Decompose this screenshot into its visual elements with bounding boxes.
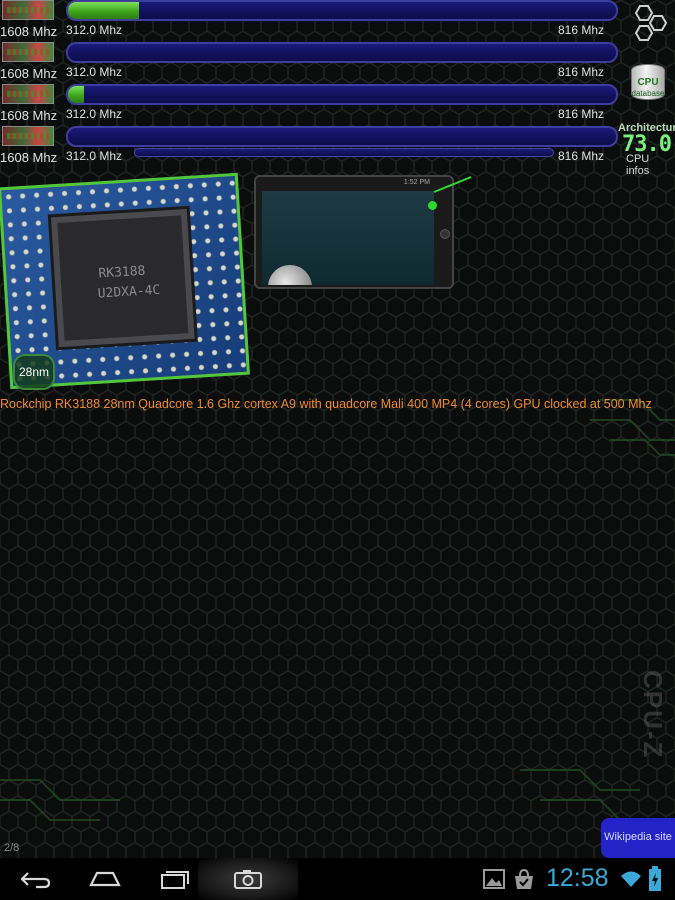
- core-current-freq: 1608 Mhz: [0, 24, 58, 39]
- core-chip-icon: [2, 126, 54, 146]
- core-load-bar: [66, 126, 618, 147]
- core-load-bar: [66, 84, 618, 105]
- hexagon-menu-button[interactable]: [629, 4, 671, 44]
- core-current-freq: 1608 Mhz: [0, 108, 58, 123]
- core-load-fill: [68, 86, 85, 103]
- device-screenshot-thumbnail[interactable]: 1:52 PM: [254, 175, 472, 289]
- core-current-freq: 1608 Mhz: [0, 150, 58, 165]
- core-chip-icon: [2, 42, 54, 62]
- core-chip-icon: [2, 84, 54, 104]
- core-max-freq: 816 Mhz: [558, 23, 605, 37]
- battery-icon: [649, 866, 661, 891]
- chip-marking-1: RK3188: [98, 263, 146, 282]
- indicator-dot: [428, 201, 437, 210]
- thumbnail-status-time: 1:52 PM: [403, 179, 430, 186]
- core-max-freq: 816 Mhz: [558, 65, 605, 79]
- core-load-fill: [68, 2, 140, 19]
- cpu-core-row: 1608 Mhz 312.0 Mhz 816 Mhz: [0, 0, 620, 40]
- watermark-logo: CPU-Z: [638, 670, 668, 760]
- page-indicator: 2/8: [4, 842, 20, 854]
- core-load-bar: [66, 42, 618, 63]
- core-load-bar: [66, 0, 618, 21]
- db-label: CPU: [637, 77, 659, 88]
- frequency-range-slider[interactable]: [134, 148, 554, 157]
- core-max-freq: 816 Mhz: [558, 149, 605, 163]
- soc-chip: RK3188 U2DXA-4C: [50, 209, 195, 348]
- home-icon: [89, 871, 121, 887]
- wikipedia-site-button[interactable]: Wikipedia site: [601, 818, 675, 858]
- core-chip-icon: [2, 0, 54, 20]
- recent-apps-icon: [161, 871, 189, 889]
- cpu-core-row: 1608 Mhz 312.0 Mhz 816 Mhz: [0, 42, 620, 82]
- camera-icon: [234, 870, 262, 889]
- system-clock: 12:58: [546, 864, 609, 892]
- chip-marking-2: U2DXA-4C: [97, 282, 161, 302]
- gallery-icon: [483, 869, 505, 889]
- core-min-freq: 312.0 Mhz: [66, 107, 123, 121]
- cpu-core-row: 1608 Mhz 312.0 Mhz 816 Mhz: [0, 126, 620, 166]
- home-button-icon: [440, 229, 450, 239]
- core-max-freq: 816 Mhz: [558, 107, 605, 121]
- core-min-freq: 312.0 Mhz: [66, 65, 123, 79]
- core-current-freq: 1608 Mhz: [0, 66, 58, 81]
- home-button[interactable]: [70, 858, 140, 900]
- process-node-badge: 28nm: [13, 354, 55, 390]
- cpu-infos-label: CPU infos: [626, 153, 650, 177]
- db-sublabel: database: [631, 89, 665, 98]
- soc-description: Rockchip RK3188 28nm Quadcore 1.6 Ghz co…: [0, 397, 652, 411]
- cpu-database-button[interactable]: CPU database: [625, 62, 671, 104]
- back-icon: [20, 872, 51, 889]
- core-min-freq: 312.0 Mhz: [66, 23, 123, 37]
- back-button[interactable]: [0, 858, 70, 900]
- hexagon-icon: [634, 5, 668, 41]
- system-navigation-bar: 12:58: [0, 858, 675, 900]
- shopping-bag-icon: [515, 868, 533, 889]
- moon-icon: [268, 265, 312, 285]
- core-min-freq: 312.0 Mhz: [66, 149, 123, 163]
- screenshot-button[interactable]: [198, 858, 298, 900]
- cpu-core-row: 1608 Mhz 312.0 Mhz 816 Mhz: [0, 84, 620, 124]
- architecture-button[interactable]: Architecture 73.0 CPU infos: [618, 122, 675, 177]
- wifi-icon: [621, 871, 641, 887]
